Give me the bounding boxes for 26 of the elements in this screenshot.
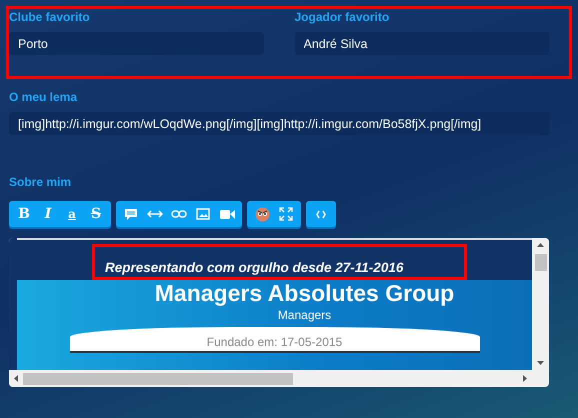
founded-date: Fundado em: 17-05-2015 [206, 335, 342, 349]
text-field[interactable]: Porto [9, 32, 264, 55]
banner-subtitle: Managers [278, 308, 332, 322]
text-field[interactable]: André Silva [294, 32, 549, 55]
field-label: Sobre mim [9, 175, 72, 189]
link-icon [171, 210, 187, 218]
signature-text: Representando com orgulho desde 27-11-2016 [105, 260, 404, 275]
video-camera-icon [220, 208, 234, 220]
up-arrow-icon[interactable] [537, 243, 544, 247]
right-arrow-icon[interactable] [523, 375, 527, 382]
banner-title: Managers Absolutes Group [154, 280, 454, 306]
expand-icon [279, 207, 293, 221]
code-icon [316, 210, 326, 218]
field-label: Clube favorito [9, 10, 90, 24]
left-arrow-icon[interactable] [14, 375, 18, 382]
field-label: O meu lema [9, 90, 78, 104]
image-icon [196, 208, 210, 220]
speech-bubble-icon [124, 208, 138, 220]
scrollbar-thumb[interactable] [534, 254, 546, 271]
editor-frame[interactable]: Representando com orgulho desde 27-11-2016 Managers Absolutes Group Managers Fundado em: 17-05-2015 [9, 238, 549, 387]
down-arrow-icon[interactable] [537, 361, 544, 365]
text-field[interactable]: [img]http://i.imgur.com/wLOqdWe.png[/img][img]http://i.imgur.com/Bo58fjX.png[/img] [9, 112, 550, 135]
double-arrow-icon [147, 210, 163, 218]
scrollbar-thumb[interactable] [23, 372, 293, 384]
field-label: Jogador favorito [294, 10, 390, 24]
angry-face-icon [254, 206, 270, 222]
